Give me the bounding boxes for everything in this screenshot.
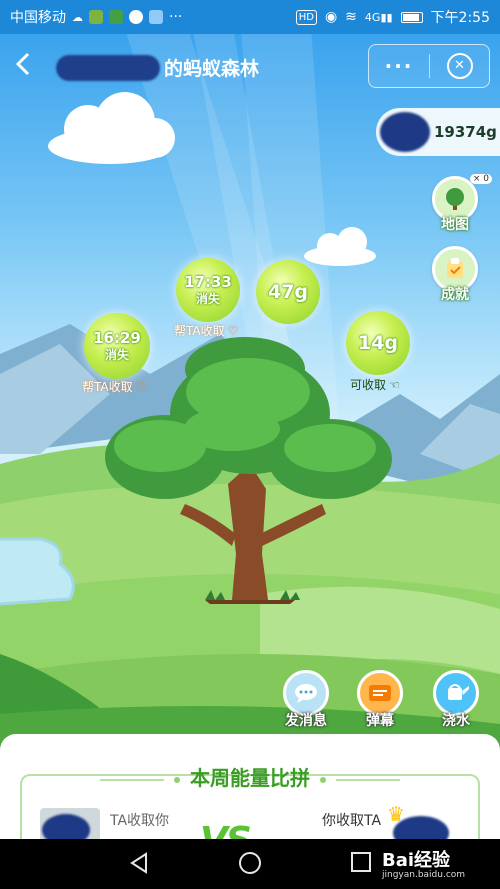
bubble-time: 17:33 bbox=[184, 272, 232, 291]
play-store-icon bbox=[109, 10, 123, 24]
eye-icon: ◉ bbox=[324, 9, 338, 25]
collectable-caption: 可收取 ☜ bbox=[350, 376, 400, 393]
help-collect-caption: 帮TA收取 ♡ bbox=[82, 378, 146, 395]
map-button[interactable]: × 0 地图 bbox=[430, 174, 492, 234]
panel-title-text: 本周能量比拼 bbox=[190, 766, 310, 790]
overflow-icon: ··· bbox=[169, 9, 183, 25]
wechat-icon bbox=[129, 10, 143, 24]
bubble-status: 消失 bbox=[195, 291, 220, 306]
baidu-jingyan-watermark: Bai经验 jingyan.baidu.com bbox=[382, 846, 465, 880]
nav-recent-square-icon[interactable] bbox=[350, 851, 372, 877]
friend-avatar-redacted bbox=[380, 112, 430, 152]
app-notify-icon bbox=[89, 10, 103, 24]
hd-icon: HD bbox=[295, 9, 317, 25]
network-type: 4G bbox=[364, 10, 381, 24]
signal-icon: 4G▮▮ bbox=[364, 10, 393, 24]
battery-icon bbox=[400, 11, 423, 23]
close-circle-icon: ✕ bbox=[446, 53, 473, 79]
water-button[interactable]: 浇水 bbox=[430, 670, 482, 730]
nav-home-circle-icon[interactable] bbox=[238, 851, 262, 879]
friend-energy-pill: 19374g bbox=[376, 108, 500, 156]
achievement-button[interactable]: 成就 bbox=[430, 246, 480, 304]
tree-trunk bbox=[228, 464, 268, 600]
help-collect-caption: 帮TA收取 ♡ bbox=[174, 322, 238, 339]
caption-text: 帮TA收取 bbox=[82, 380, 133, 394]
nav-back-triangle-icon[interactable] bbox=[128, 851, 150, 879]
app-root: 中国移动 ☁ ··· HD ◉ ≋ 4G▮▮ 下午2:55 的蚂蚁森林 ··· … bbox=[0, 0, 500, 889]
caption-text: 可收取 bbox=[350, 378, 387, 392]
mini-program-capsule: ··· ✕ bbox=[368, 44, 490, 88]
title-rule bbox=[336, 778, 400, 781]
cloud-large bbox=[48, 92, 175, 164]
energy-bubble-14g[interactable]: 14g bbox=[346, 311, 410, 375]
bubble-time: 16:29 bbox=[93, 328, 141, 347]
message-label: 发消息 bbox=[285, 713, 327, 729]
energy-bubble-1629[interactable]: 16:29 消失 bbox=[84, 313, 150, 379]
chevron-left-icon[interactable] bbox=[15, 52, 46, 82]
title-rule bbox=[100, 778, 164, 781]
watermark-url: jingyan.baidu.com bbox=[382, 870, 466, 880]
weekly-energy-panel: 本周能量比拼 TA收取你 VS 你收取TA ♛ bbox=[0, 734, 500, 861]
top-nav: 的蚂蚁森林 ··· ✕ bbox=[0, 34, 500, 100]
friend-name-redacted bbox=[56, 54, 160, 81]
cloud-icon: ☁ bbox=[72, 10, 83, 24]
title-dot bbox=[174, 776, 180, 783]
hand-pointer-icon: ☜ bbox=[389, 377, 400, 392]
clock: 下午2:55 bbox=[430, 10, 490, 26]
energy-bubble-47g[interactable]: 47g bbox=[256, 260, 320, 324]
water-label: 浇水 bbox=[442, 713, 470, 729]
bubble-status: 消失 bbox=[104, 347, 129, 362]
more-dots-icon[interactable]: ··· bbox=[369, 54, 429, 78]
bubble-amount: 47g bbox=[267, 281, 309, 303]
caption-text: 帮TA收取 bbox=[174, 324, 225, 338]
wifi-icon: ≋ bbox=[345, 9, 357, 25]
heart-icon: ♡ bbox=[135, 379, 147, 394]
heart-icon: ♡ bbox=[227, 323, 239, 338]
carrier-label: 中国移动 bbox=[10, 10, 66, 26]
gallery-icon bbox=[149, 10, 163, 24]
map-label: 地图 bbox=[441, 217, 469, 233]
status-bar: 中国移动 ☁ ··· HD ◉ ≋ 4G▮▮ 下午2:55 bbox=[0, 0, 500, 34]
you-collected-label: 你收取TA bbox=[322, 813, 382, 829]
watermark-brand: Bai经验 bbox=[382, 850, 451, 871]
bubble-amount: 14g bbox=[357, 332, 399, 354]
title-text: 的蚂蚁森林 bbox=[164, 58, 260, 80]
achievement-label: 成就 bbox=[441, 287, 469, 303]
panel-title: 本周能量比拼 bbox=[0, 762, 500, 791]
close-button[interactable]: ✕ bbox=[430, 53, 489, 79]
danmu-button[interactable]: 弹幕 bbox=[354, 670, 406, 730]
cloud-small bbox=[304, 227, 376, 266]
map-badge: × 0 bbox=[469, 174, 492, 184]
danmu-label: 弹幕 bbox=[366, 713, 394, 729]
tree-roots bbox=[205, 600, 295, 604]
message-button[interactable]: 发消息 bbox=[280, 670, 332, 730]
page-title: 的蚂蚁森林 bbox=[56, 54, 259, 81]
crown-icon: ♛ bbox=[387, 802, 405, 826]
friend-energy-value: 19374g bbox=[434, 123, 497, 141]
title-dot bbox=[320, 776, 326, 783]
energy-bubble-1733[interactable]: 17:33 消失 bbox=[176, 258, 240, 322]
ta-collected-label: TA收取你 bbox=[110, 813, 170, 829]
